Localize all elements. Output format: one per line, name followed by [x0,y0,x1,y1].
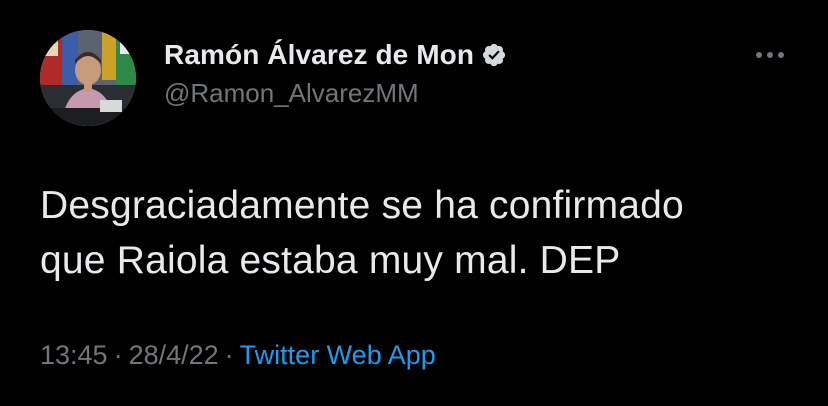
separator: · [224,340,234,370]
user-handle[interactable]: @Ramon_AlvarezMM [164,78,738,109]
more-button[interactable] [752,40,788,70]
profile-photo-icon [40,30,136,126]
tweet-date[interactable]: 28/4/22 [129,340,219,370]
tweet-text-line: que Raiola estaba muy mal. DEP [40,239,621,282]
tweet-metadata: 13:45 · 28/4/22 · Twitter Web App [40,340,436,371]
tweet-header: Ramón Álvarez de Mon @Ramon_AlvarezMM [164,38,738,109]
avatar[interactable] [40,30,136,126]
display-name[interactable]: Ramón Álvarez de Mon [164,39,474,71]
tweet-source-link[interactable]: Twitter Web App [240,340,436,370]
name-row: Ramón Álvarez de Mon [164,38,738,72]
tweet-time[interactable]: 13:45 [40,340,108,370]
separator: · [113,340,123,370]
more-horizontal-icon [756,52,784,58]
tweet-card: Ramón Álvarez de Mon @Ramon_AlvarezMM De… [0,0,828,406]
verified-badge-icon [481,42,507,68]
tweet-text-line: Desgraciadamente se ha confirmado [40,184,684,227]
tweet-text: Desgraciadamente se ha confirmado que Ra… [40,178,800,288]
